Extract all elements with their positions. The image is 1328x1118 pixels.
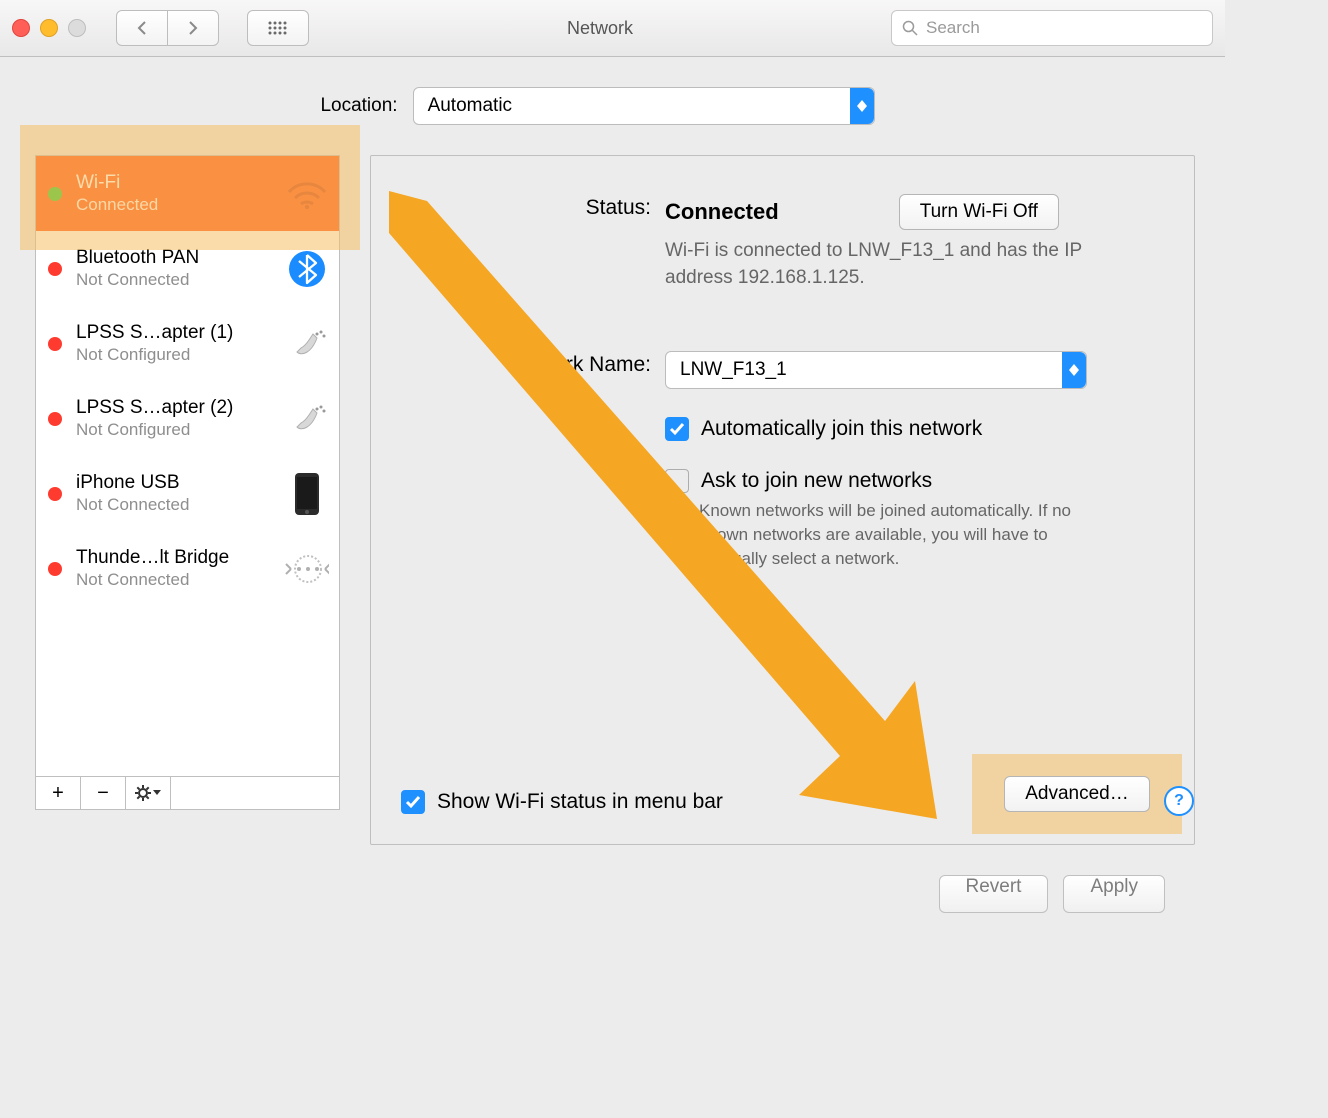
- iphone-icon: [285, 472, 329, 516]
- sidebar-item-iphone-usb[interactable]: iPhone USB Not Connected: [36, 456, 339, 531]
- annotation-highlight-advanced: Advanced…: [972, 754, 1182, 834]
- add-interface-button[interactable]: +: [36, 777, 81, 809]
- interface-name: LPSS S…apter (2): [76, 397, 285, 420]
- status-dot-icon: [48, 262, 62, 276]
- status-dot-icon: [48, 412, 62, 426]
- interface-actions-button[interactable]: [126, 777, 171, 809]
- chevron-updown-icon: [1062, 352, 1086, 388]
- sidebar-item-lpss-1[interactable]: LPSS S…apter (1) Not Configured: [36, 306, 339, 381]
- apply-button[interactable]: Apply: [1063, 875, 1165, 913]
- help-button[interactable]: ?: [1164, 786, 1194, 816]
- interface-status: Not Configured: [76, 420, 285, 440]
- close-button[interactable]: [12, 19, 30, 37]
- sidebar-item-thunderbolt-bridge[interactable]: Thunde…lt Bridge Not Connected: [36, 531, 339, 606]
- interface-name: Bluetooth PAN: [76, 247, 285, 270]
- window-title: Network: [319, 18, 881, 39]
- interface-name: iPhone USB: [76, 472, 285, 495]
- minimize-button[interactable]: [40, 19, 58, 37]
- revert-button[interactable]: Revert: [939, 875, 1049, 913]
- titlebar: Network Search: [0, 0, 1225, 57]
- sidebar-toolbar: + −: [36, 776, 339, 809]
- sidebar-column: Wi-Fi Connected Bluetooth PAN Not Connec…: [0, 155, 340, 810]
- annotation-arrow: [385, 191, 955, 831]
- phone-icon: [285, 399, 329, 439]
- interface-status: Not Connected: [76, 495, 285, 515]
- remove-interface-button[interactable]: −: [81, 777, 126, 809]
- location-label: Location:: [320, 95, 397, 117]
- window-body: Location: Automatic Wi-Fi Co: [0, 57, 1225, 973]
- status-dot-icon: [48, 562, 62, 576]
- location-value: Automatic: [414, 95, 526, 117]
- search-placeholder: Search: [926, 18, 980, 38]
- chevron-down-icon: [153, 790, 161, 796]
- location-row: Location: Automatic: [0, 87, 1195, 125]
- chevron-updown-icon: [850, 88, 874, 124]
- grid-icon: [267, 20, 289, 36]
- interface-status: Not Configured: [76, 345, 285, 365]
- phone-icon: [285, 324, 329, 364]
- footer-buttons: Revert Apply: [0, 845, 1195, 933]
- interface-name: Thunde…lt Bridge: [76, 547, 285, 570]
- interface-status: Not Connected: [76, 570, 285, 590]
- bridge-icon: [285, 554, 329, 584]
- show-all-button[interactable]: [247, 10, 309, 46]
- interface-list: Wi-Fi Connected Bluetooth PAN Not Connec…: [35, 155, 340, 810]
- location-select[interactable]: Automatic: [413, 87, 875, 125]
- gear-icon: [135, 785, 151, 801]
- detail-panel: Status: Connected Turn Wi-Fi Off Wi-Fi i…: [370, 155, 1195, 845]
- bluetooth-icon: [285, 249, 329, 289]
- annotation-highlight-sidebar: [20, 125, 360, 250]
- window-controls: [12, 19, 86, 37]
- interface-status: Not Connected: [76, 270, 285, 290]
- sidebar-item-lpss-2[interactable]: LPSS S…apter (2) Not Configured: [36, 381, 339, 456]
- status-dot-icon: [48, 487, 62, 501]
- back-button[interactable]: [116, 10, 168, 46]
- search-icon: [902, 20, 918, 36]
- network-prefs-window: Network Search Location: Automatic: [0, 0, 1225, 973]
- search-input[interactable]: Search: [891, 10, 1213, 46]
- status-dot-icon: [48, 337, 62, 351]
- zoom-button: [68, 19, 86, 37]
- advanced-button[interactable]: Advanced…: [1004, 776, 1150, 812]
- nav-buttons: [116, 10, 219, 46]
- forward-button[interactable]: [167, 10, 219, 46]
- interface-name: LPSS S…apter (1): [76, 322, 285, 345]
